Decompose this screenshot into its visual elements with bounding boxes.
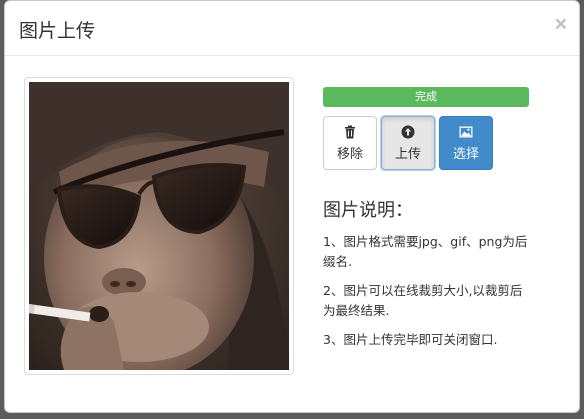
trash-icon <box>345 125 355 138</box>
upload-circle-icon <box>401 125 415 138</box>
action-buttons: 移除 上传 选择 <box>323 116 533 170</box>
select-button[interactable]: 选择 <box>439 116 493 170</box>
description-item: 3、图片上传完毕即可关闭窗口. <box>323 332 498 347</box>
upload-button[interactable]: 上传 <box>381 116 435 170</box>
dialog-header: 图片上传 × <box>5 1 579 56</box>
picture-icon <box>459 126 473 137</box>
upload-button-label: 上传 <box>394 146 421 162</box>
image-preview-frame <box>24 77 294 375</box>
close-icon[interactable]: × <box>555 14 567 35</box>
remove-button-label: 移除 <box>336 146 363 162</box>
progress-label: 完成 <box>323 87 529 107</box>
dialog-title: 图片上传 <box>19 20 96 42</box>
upload-panel: 完成 移除 上传 选择 图片说明： 1、图片格式需要jpg、gif、png为后缀… <box>323 87 533 359</box>
description-title: 图片说明： <box>323 200 413 221</box>
description-item: 1、图片格式需要jpg、gif、png为后缀名. <box>323 234 528 269</box>
description-item: 2、图片可以在线裁剪大小,以裁剪后为最终结果. <box>323 283 523 318</box>
description-list: 1、图片格式需要jpg、gif、png为后缀名. 2、图片可以在线裁剪大小,以裁… <box>323 232 533 350</box>
image-preview[interactable] <box>29 82 289 370</box>
select-button-label: 选择 <box>452 146 479 162</box>
upload-progress-bar: 完成 <box>323 87 529 107</box>
image-upload-dialog: 图片上传 × 完成 移除 上传 选择 图片说明： 1、图片格式需要jpg、gif… <box>4 0 580 413</box>
remove-button[interactable]: 移除 <box>323 116 377 170</box>
